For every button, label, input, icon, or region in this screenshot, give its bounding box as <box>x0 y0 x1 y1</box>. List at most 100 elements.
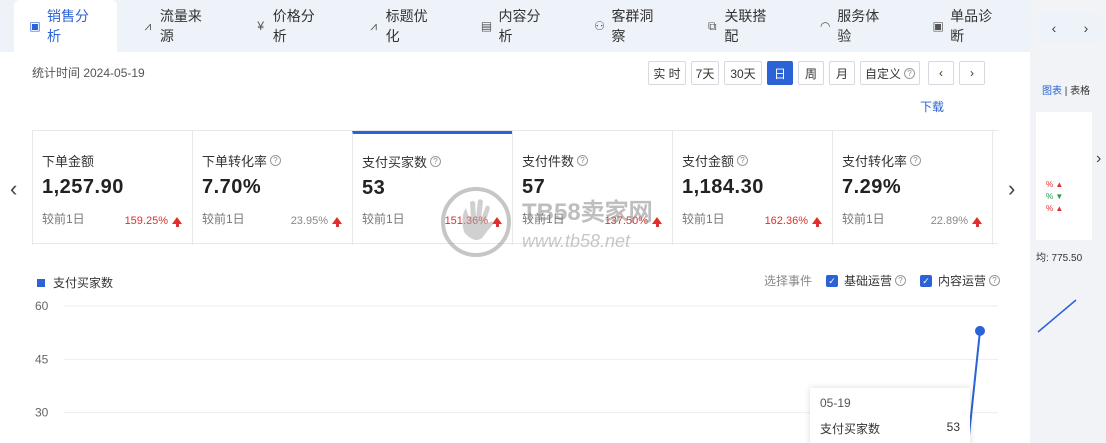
help-icon[interactable]: ? <box>989 275 1000 286</box>
tab-7[interactable]: ◠ 服务体验 <box>804 0 907 52</box>
help-icon[interactable]: ? <box>430 156 442 167</box>
side-average: 均: 775.50 <box>1036 253 1083 264</box>
metric-compare-label: 较前1日 <box>42 212 85 226</box>
arrow-up-icon <box>172 216 182 227</box>
help-icon[interactable]: ? <box>270 155 282 166</box>
tab-0[interactable]: ▣ 销售分析 <box>14 0 117 52</box>
metric-title-text: 支付转化率 <box>842 154 908 169</box>
metric-compare-label: 较前1日 <box>202 212 245 226</box>
event-basic-ops[interactable]: ✓ 基础运营 ? <box>825 272 906 289</box>
help-icon[interactable]: ? <box>904 67 915 79</box>
date-range-group: 实 时 7天 30天日周月自定义? ‹ › <box>648 61 990 85</box>
range-button-0[interactable]: 实 时 <box>648 61 686 85</box>
link-icon: ⧉ <box>708 19 717 33</box>
y-tick-label: 45 <box>35 352 49 366</box>
stat-time: 统计时间 2024-05-19 <box>32 66 145 80</box>
tab-1[interactable]: ⩘ 流量来源 <box>127 0 230 52</box>
tab-bar: ▣ 销售分析 ⩘ 流量来源 ¥ 价格分析 ⩘ 标题优化 ▤ 内容分析 ⚇ 客群洞察 ⧉ 关联搭配 ◠ 服务体验… <box>0 0 1030 52</box>
bag-icon: ▣ <box>29 19 41 33</box>
arrow-up-icon <box>332 216 342 227</box>
bag-icon: ▣ <box>932 19 944 33</box>
y-tick-label: 60 <box>35 299 49 313</box>
range-button-label: 月 <box>835 66 848 81</box>
yen-icon: ¥ <box>257 19 265 33</box>
checkbox-icon[interactable]: ✓ <box>825 274 838 287</box>
legend-label: 支付买家数 <box>53 276 114 290</box>
legend-swatch <box>37 278 45 287</box>
side-pager: ‹ › <box>1038 12 1102 44</box>
metric-change-value: 159.25% <box>124 215 168 227</box>
mini-trend-up: % ▲ <box>1046 204 1064 213</box>
tab-5[interactable]: ⚇ 客群洞察 <box>578 0 681 52</box>
tab-8[interactable]: ▣ 单品诊断 <box>917 0 1020 52</box>
range-button-7[interactable]: ‹ <box>928 61 954 85</box>
tab-2[interactable]: ¥ 价格分析 <box>240 0 343 52</box>
metric-compare-label: 较前1日 <box>682 212 725 226</box>
metric-title: 下单转化率? <box>202 151 352 170</box>
range-button-3[interactable]: 日 <box>767 61 793 85</box>
event-label: 内容运营 <box>937 274 986 288</box>
watermark-title: TB58卖家网 <box>522 199 653 226</box>
arrow-up-icon <box>652 216 662 227</box>
checkbox-icon[interactable]: ✓ <box>919 274 932 287</box>
metric-title: 支付转化率? <box>842 151 992 170</box>
mini-trend-down: % ▼ <box>1046 192 1064 201</box>
event-selector: 选择事件 ✓ 基础运营 ? ✓ 内容运营 ? <box>764 272 1000 289</box>
tab-label: 价格分析 <box>272 8 315 44</box>
side-next-button[interactable]: › <box>1084 20 1089 36</box>
range-button-label: ‹ <box>939 66 943 80</box>
headset-icon: ◠ <box>819 19 831 33</box>
tab-label: 流量来源 <box>159 8 202 44</box>
help-icon[interactable]: ? <box>894 275 906 286</box>
main-panel: ▣ 销售分析 ⩘ 流量来源 ¥ 价格分析 ⩘ 标题优化 ▤ 内容分析 ⚇ 客群洞察 ⧉ 关联搭配 ◠ 服务体验… <box>0 0 1030 443</box>
view-table-link[interactable]: 表格 <box>1070 86 1090 97</box>
help-icon[interactable]: ? <box>910 155 922 166</box>
download-link[interactable]: 下载 <box>920 98 944 115</box>
event-label: 基础运营 <box>843 274 892 288</box>
metric-title-text: 支付件数 <box>522 154 575 169</box>
metric-change: 22.89% <box>931 215 982 227</box>
metric-card[interactable]: 下单转化率? 7.70% 较前1日 23.95% <box>192 131 353 245</box>
tooltip-value: 53 <box>946 420 960 434</box>
line-chart-icon: ⩘ <box>370 19 378 33</box>
metric-compare-label: 较前1日 <box>362 212 405 226</box>
help-icon[interactable]: ? <box>737 155 749 166</box>
range-button-8[interactable]: › <box>959 61 985 85</box>
watermark: TB58卖家网 www.tb58.net <box>440 186 653 258</box>
view-chart-link[interactable]: 图表 <box>1042 86 1062 97</box>
tab-6[interactable]: ⧉ 关联搭配 <box>691 0 794 52</box>
tab-label: 关联搭配 <box>724 8 767 44</box>
range-button-1[interactable]: 7天 <box>691 61 719 85</box>
tab-label: 服务体验 <box>837 8 880 44</box>
users-icon: ⚇ <box>594 19 605 33</box>
event-content-ops[interactable]: ✓ 内容运营 ? <box>919 272 1000 289</box>
cards-prev-button[interactable]: ‹ <box>10 176 17 202</box>
metric-card[interactable]: 支付转化率? 7.29% 较前1日 22.89% <box>832 131 993 245</box>
range-button-4[interactable]: 周 <box>798 61 824 85</box>
metric-change-value: 23.95% <box>290 215 328 227</box>
tooltip-date: 05-19 <box>820 396 851 410</box>
range-button-5[interactable]: 月 <box>829 61 855 85</box>
cards-next-button[interactable]: › <box>1008 176 1015 202</box>
metric-title: 支付金额? <box>682 151 832 170</box>
data-point[interactable] <box>975 325 985 336</box>
tab-3[interactable]: ⩘ 标题优化 <box>353 0 456 52</box>
metric-change: 159.25% <box>125 215 182 227</box>
metric-title: 下单金额 <box>42 151 192 170</box>
help-icon[interactable]: ? <box>577 155 589 166</box>
metric-value: 7.70% <box>202 176 262 198</box>
tab-4[interactable]: ▤ 内容分析 <box>466 0 569 52</box>
metric-card[interactable]: 下单金额 1,257.90 较前1日 159.25% <box>32 131 193 245</box>
side-prev-button[interactable]: ‹ <box>1052 20 1057 36</box>
arrow-up-icon <box>972 216 982 227</box>
arrow-up-icon <box>812 216 822 227</box>
range-button-label: 7天 <box>695 66 715 81</box>
tab-label: 内容分析 <box>498 8 541 44</box>
watermark-url: www.tb58.net <box>522 231 631 251</box>
range-button-2[interactable]: 30天 <box>724 61 762 85</box>
side-chevron-right-icon[interactable]: › <box>1096 150 1101 168</box>
range-button-6[interactable]: 自定义? <box>860 61 920 85</box>
metric-card[interactable]: 支付金额? 1,184.30 较前1日 162.36% <box>672 131 833 245</box>
range-button-label: 自定义 <box>864 66 901 81</box>
range-button-label: › <box>970 66 974 80</box>
